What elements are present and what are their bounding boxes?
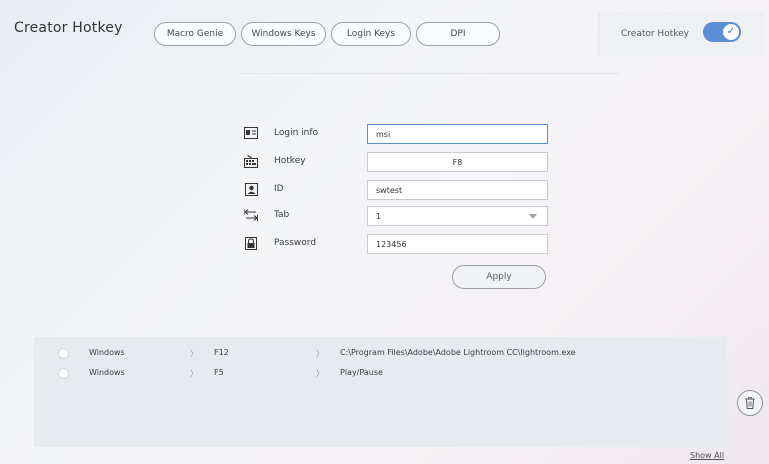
login-info-label: Login info: [274, 128, 319, 138]
password-input[interactable]: 123456: [367, 234, 548, 254]
row-radio[interactable]: [58, 368, 69, 379]
login-info-input[interactable]: msi: [367, 124, 548, 144]
password-label: Password: [274, 238, 317, 248]
tab-dpi[interactable]: DPI: [416, 22, 500, 46]
divider: [240, 73, 620, 74]
tab-select-value: 1: [376, 211, 382, 221]
chevron-right-icon: 〉: [316, 349, 324, 358]
tab-login-keys[interactable]: Login Keys: [331, 22, 411, 46]
tab-macro-genie[interactable]: Macro Genie: [154, 22, 236, 46]
creator-hotkey-toggle[interactable]: ✓: [703, 22, 741, 42]
row-type: Windows: [89, 348, 125, 357]
hotkey-input[interactable]: F8: [367, 152, 548, 172]
hotkey-list: Windows 〉 F12 〉 C:\Program Files\Adobe\A…: [34, 337, 727, 447]
form-row-login-info: Login info msi: [240, 124, 560, 144]
creator-hotkey-label: Creator Hotkey: [621, 29, 689, 39]
chevron-right-icon: 〉: [190, 369, 198, 378]
hotkey-label: Hotkey: [274, 156, 306, 166]
row-type: Windows: [89, 368, 125, 377]
chevron-right-icon: 〉: [316, 369, 324, 378]
tab-arrows-icon: [244, 208, 258, 222]
user-icon: [244, 182, 258, 196]
id-label: ID: [274, 184, 284, 194]
tab-windows-keys[interactable]: Windows Keys: [241, 22, 326, 46]
app-title: Creator Hotkey: [14, 20, 123, 36]
tab-bar: Macro Genie Windows Keys Login Keys DPI: [154, 22, 505, 46]
trash-icon: [745, 397, 755, 409]
form-row-hotkey: Hotkey F8: [240, 152, 560, 172]
row-action: Play/Pause: [340, 368, 383, 377]
form-row-tab: Tab 1: [240, 206, 560, 226]
row-action: C:\Program Files\Adobe\Adobe Lightroom C…: [340, 348, 576, 357]
tab-select[interactable]: 1: [367, 206, 548, 226]
apply-button[interactable]: Apply: [452, 265, 546, 289]
show-all-link[interactable]: Show All: [690, 451, 724, 460]
row-key: F12: [214, 348, 229, 357]
id-input[interactable]: swtest: [367, 180, 548, 200]
id-card-icon: [244, 126, 258, 140]
delete-button[interactable]: [737, 390, 763, 416]
chevron-right-icon: 〉: [190, 349, 198, 358]
tab-label: Tab: [274, 210, 290, 220]
form-row-password: Password 123456: [240, 234, 560, 254]
lock-icon: [244, 236, 258, 250]
form-row-id: ID swtest: [240, 180, 560, 200]
row-radio[interactable]: [58, 348, 69, 359]
list-item[interactable]: Windows 〉 F5 〉 Play/Pause: [34, 365, 727, 381]
creator-hotkey-panel: Creator Hotkey ✓: [598, 12, 764, 56]
list-item[interactable]: Windows 〉 F12 〉 C:\Program Files\Adobe\A…: [34, 345, 727, 361]
chevron-down-icon: [529, 214, 537, 219]
keyboard-icon: [244, 154, 258, 168]
row-key: F5: [214, 368, 224, 377]
check-icon: ✓: [723, 24, 739, 40]
